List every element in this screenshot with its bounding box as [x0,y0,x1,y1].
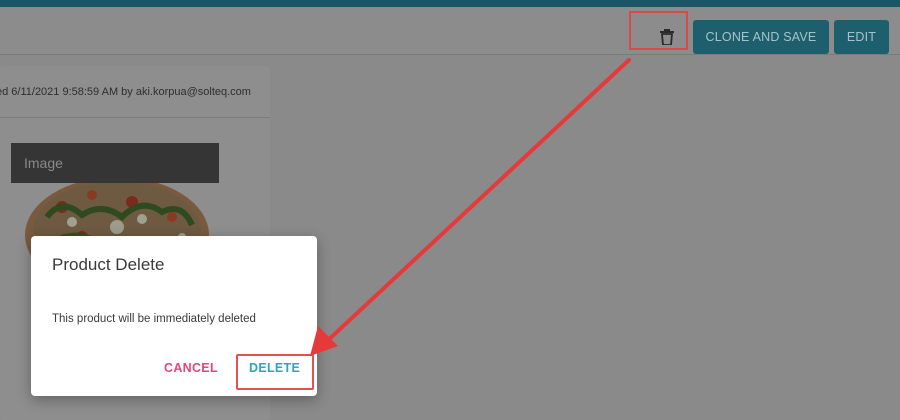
image-label-box: Image [11,143,219,183]
modified-info: ed 6/11/2021 9:58:59 AM by aki.korpua@so… [0,86,251,98]
product-delete-dialog: Product Delete This product will be imme… [31,236,317,396]
toolbar: CLONE AND SAVE EDIT [0,7,900,55]
top-stripe [0,0,900,7]
trash-button-highlight [629,11,688,50]
image-label: Image [24,155,63,171]
card-header: ed 6/11/2021 9:58:59 AM by aki.korpua@so… [0,66,270,118]
clone-and-save-button[interactable]: CLONE AND SAVE [693,20,829,54]
dialog-title: Product Delete [52,255,165,274]
cancel-button[interactable]: CANCEL [164,361,218,375]
edit-button[interactable]: EDIT [834,20,889,54]
delete-button-highlight [236,354,314,390]
dialog-message: This product will be immediately deleted [52,313,256,325]
